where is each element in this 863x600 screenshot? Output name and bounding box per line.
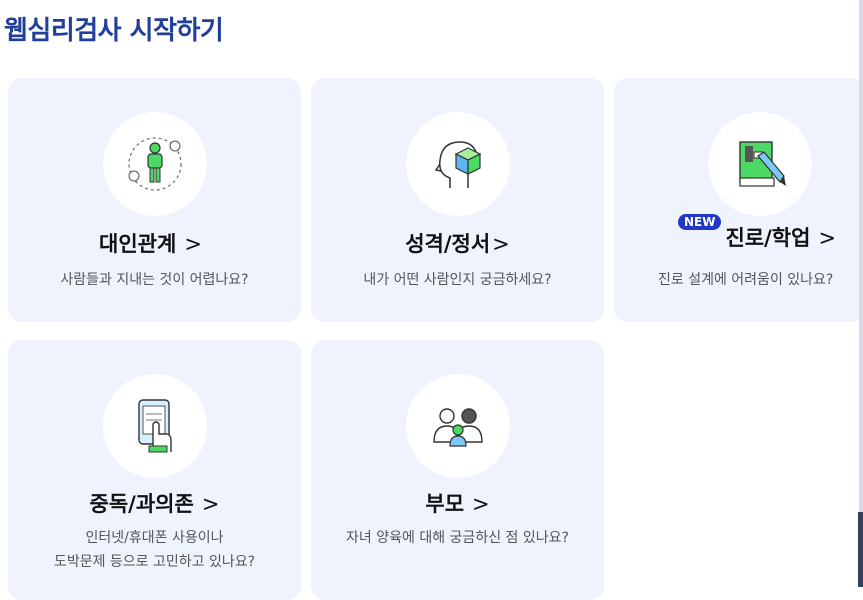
card-title-label: 진로/학업 xyxy=(725,226,811,250)
card-description: 자녀 양육에 대해 궁금하신 점 있나요? xyxy=(346,530,569,546)
card-parent[interactable]: 부모 > 자녀 양육에 대해 궁금하신 점 있나요? xyxy=(311,340,604,600)
icon-circle xyxy=(102,112,207,216)
book-pencil-icon xyxy=(739,141,786,187)
card-title-label: 대인관계 xyxy=(99,232,177,256)
card-description-line: 도박문제 등으로 고민하고 있나요? xyxy=(53,554,256,570)
icon-circle xyxy=(405,374,510,478)
card-description: 내가 어떤 사람인지 궁금하세요? xyxy=(363,272,552,288)
card-description: 인터넷/휴대폰 사용이나 도박문제 등으로 고민하고 있나요? xyxy=(8,526,301,574)
icon-circle xyxy=(405,112,510,216)
card-title-label: 부모 xyxy=(425,492,465,516)
icon-circle xyxy=(102,374,207,478)
card-addiction[interactable]: 중독/과의존 > 인터넷/휴대폰 사용이나 도박문제 등으로 고민하고 있나요? xyxy=(8,340,301,600)
card-title-label: 중독/과의존 xyxy=(89,492,194,516)
head-cube-icon xyxy=(434,141,481,188)
chevron-right-icon: > xyxy=(472,492,490,516)
icon-circle xyxy=(708,112,812,216)
chevron-right-icon: > xyxy=(492,232,510,256)
card-description-line: 인터넷/휴대폰 사용이나 xyxy=(85,530,224,546)
scrollbar-track[interactable] xyxy=(859,0,863,587)
card-title: 대인관계 > xyxy=(8,228,301,258)
card-career[interactable]: NEW진로/학업 > 진로 설계에 어려움이 있나요? xyxy=(614,78,863,322)
card-title-label: 성격/정서 xyxy=(405,232,491,256)
new-badge: NEW xyxy=(678,214,722,230)
chevron-right-icon: > xyxy=(818,226,837,250)
card-title: 중독/과의존 > xyxy=(8,488,301,518)
phone-touch-icon xyxy=(137,399,172,453)
card-description: 사람들과 지내는 것이 어렵나요? xyxy=(60,272,249,288)
chevron-right-icon: > xyxy=(201,492,220,516)
card-title: 부모 > xyxy=(311,488,604,518)
chevron-right-icon: > xyxy=(184,232,202,256)
card-personality[interactable]: 성격/정서> 내가 어떤 사람인지 궁금하세요? xyxy=(311,78,604,322)
scroll-to-top-button[interactable] xyxy=(858,512,863,587)
family-icon xyxy=(432,408,483,447)
card-description: 진로 설계에 어려움이 있나요? xyxy=(658,272,834,288)
card-title: NEW진로/학업 > xyxy=(678,214,837,252)
card-title: 성격/정서> xyxy=(311,228,604,258)
person-orbit-icon xyxy=(127,137,182,191)
card-interpersonal[interactable]: 대인관계 > 사람들과 지내는 것이 어렵나요? xyxy=(8,78,301,322)
page-title: 웹심리검사 시작하기 xyxy=(4,16,224,46)
